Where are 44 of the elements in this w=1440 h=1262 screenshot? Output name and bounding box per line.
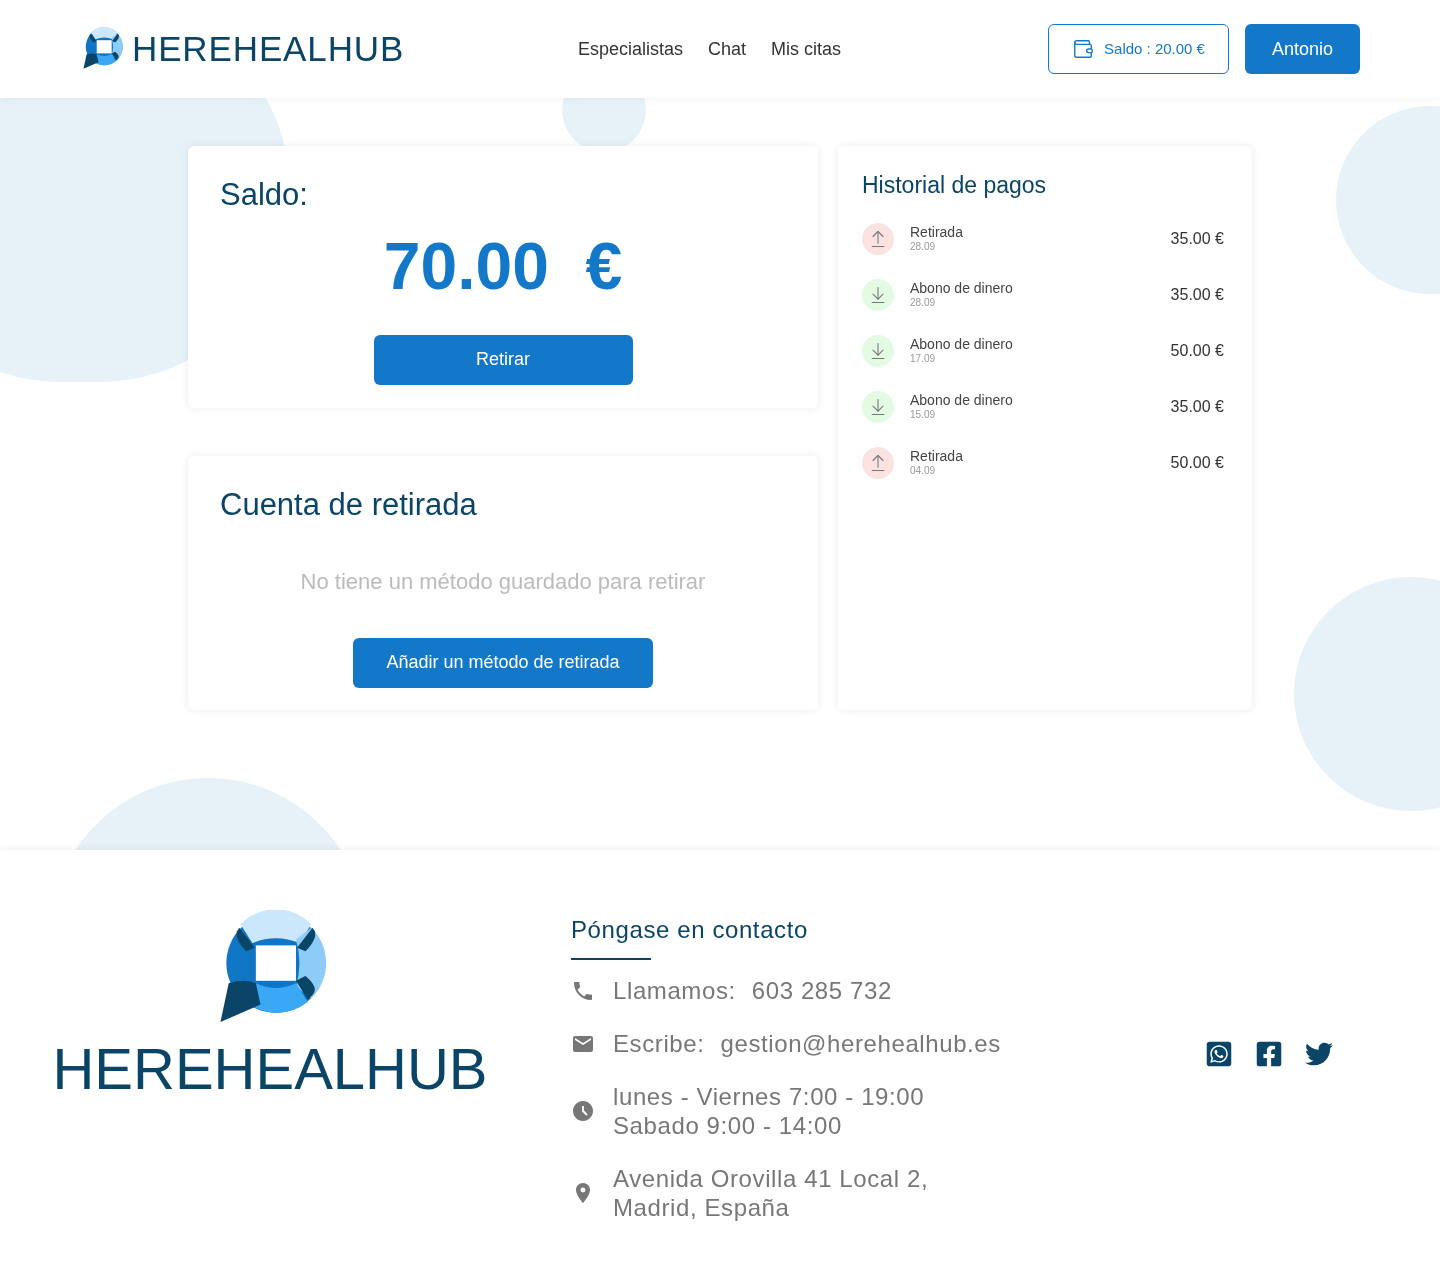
contact-label: Llamamos: bbox=[613, 976, 736, 1005]
payment-amount: 35.00 € bbox=[1170, 284, 1224, 305]
balance-amount: 70.00 € bbox=[382, 232, 624, 299]
payment-amount: 35.00 € bbox=[1170, 228, 1224, 249]
nav-link[interactable]: Especialistas bbox=[578, 35, 684, 63]
payment-date: 04.09 bbox=[910, 465, 937, 477]
payment-label: Abono de dinero bbox=[910, 392, 1013, 409]
card-title: Historial de pagos bbox=[862, 171, 1048, 200]
contact-value: Avenida Orovilla 41 Local 2, bbox=[613, 1164, 929, 1193]
whatsapp-icon[interactable] bbox=[1205, 1040, 1233, 1068]
payment-date: 17.09 bbox=[910, 353, 937, 365]
card-title: Saldo: bbox=[220, 176, 309, 214]
contact-value: Madrid, España bbox=[613, 1193, 791, 1222]
contact-title: Póngase en contacto bbox=[571, 915, 809, 945]
payment-label: Retirada bbox=[910, 224, 963, 241]
brand-name: HEREHEALHUB bbox=[52, 1040, 488, 1098]
balance-button[interactable]: Saldo : 20.00 € bbox=[1048, 24, 1229, 74]
payment-date: 28.09 bbox=[910, 297, 937, 309]
payment-amount: 50.00 € bbox=[1170, 340, 1224, 361]
payment-amount: 50.00 € bbox=[1170, 452, 1224, 473]
user-button[interactable]: Antonio bbox=[1245, 24, 1360, 74]
contact-value: lunes - Viernes 7:00 - 19:00 bbox=[613, 1082, 925, 1111]
withdraw-button[interactable]: Retirar bbox=[373, 334, 633, 385]
add-method-button[interactable]: Añadir un método de retirada bbox=[353, 637, 653, 688]
payment-label: Abono de dinero bbox=[910, 336, 1013, 353]
wallet-icon bbox=[1072, 38, 1095, 60]
twitter-icon[interactable] bbox=[1305, 1040, 1333, 1068]
clock-icon bbox=[571, 1099, 595, 1123]
contact-label: Escribe: bbox=[613, 1029, 705, 1058]
facebook-icon[interactable] bbox=[1255, 1040, 1283, 1068]
empty-message: No tiene un método guardado para retirar bbox=[299, 567, 707, 596]
payment-label: Abono de dinero bbox=[910, 280, 1013, 297]
payment-date: 28.09 bbox=[910, 241, 937, 253]
payment-amount: 35.00 € bbox=[1170, 396, 1224, 417]
nav-link[interactable]: Chat bbox=[708, 35, 747, 63]
brand-name: HEREHEALHUB bbox=[132, 27, 405, 70]
payment-label: Retirada bbox=[910, 448, 963, 465]
nav-link[interactable]: Mis citas bbox=[771, 35, 842, 63]
card-title: Cuenta de retirada bbox=[220, 486, 478, 524]
payment-date: 15.09 bbox=[910, 409, 937, 421]
contact-value: gestion@herehealhub.es bbox=[720, 1029, 1001, 1058]
contact-value: Sabado 9:00 - 14:00 bbox=[613, 1111, 843, 1140]
contact-value: 603 285 732 bbox=[751, 976, 892, 1005]
balance-label: Saldo : 20.00 € bbox=[1104, 38, 1205, 59]
